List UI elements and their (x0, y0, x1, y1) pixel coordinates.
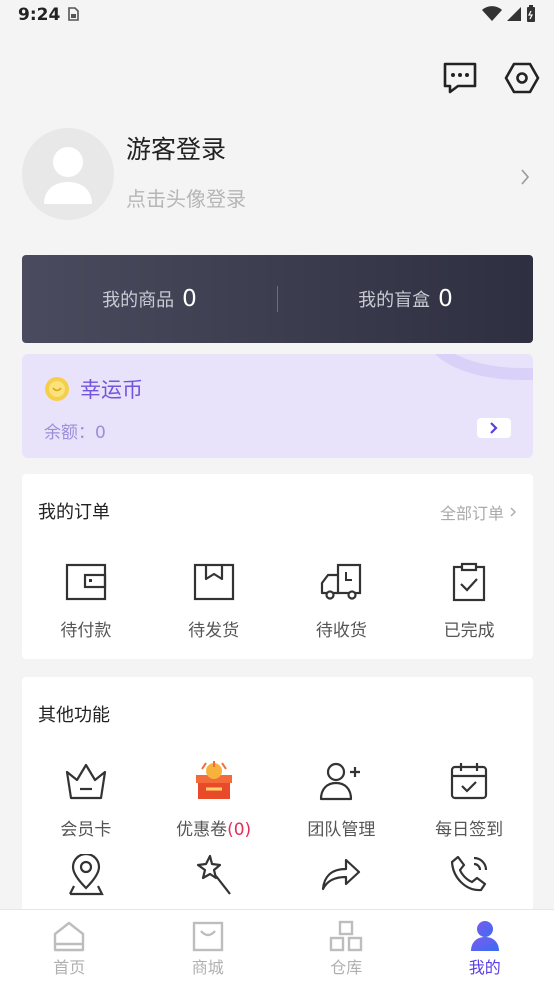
gift-box-icon (192, 759, 236, 803)
contact-service[interactable] (405, 853, 533, 897)
tab-mine[interactable]: 我的 (416, 910, 554, 984)
team-management[interactable]: 团队管理 (278, 759, 406, 840)
features-panel: 其他功能 会员卡 优惠卷(0) 团队管理 每日签到 (22, 677, 533, 917)
decorative-ring (435, 354, 533, 380)
order-pending-shipment-label: 待发货 (188, 621, 240, 641)
wallet-icon (64, 560, 108, 604)
wifi-icon (482, 6, 502, 21)
order-pending-shipment[interactable]: 待发货 (150, 560, 278, 641)
my-goods-label: 我的商品 (102, 290, 175, 311)
message-button[interactable] (440, 58, 480, 98)
warehouse-icon (330, 920, 363, 952)
truck-icon (319, 560, 363, 604)
orders-title: 我的订单 (38, 502, 110, 523)
lucky-coin-title: 幸运币 (80, 378, 143, 402)
member-card[interactable]: 会员卡 (22, 759, 150, 840)
settings-button[interactable] (502, 58, 542, 98)
my-goods-count: 0 (182, 286, 197, 312)
bottom-tab-bar: 首页 商城 仓库 我的 (0, 909, 554, 984)
tab-home-label: 首页 (53, 958, 86, 977)
magic-wand-icon (192, 853, 236, 897)
phone-icon (447, 853, 491, 897)
my-blind-box-count: 0 (438, 286, 453, 312)
map-pin-icon (64, 853, 108, 897)
order-completed[interactable]: 已完成 (405, 560, 533, 641)
add-user-icon (319, 759, 363, 803)
default-avatar-icon (44, 147, 92, 204)
shopping-bag-icon (192, 921, 223, 952)
signal-icon (507, 7, 521, 21)
stats-card: 我的商品 0 我的盲盒 0 (22, 255, 533, 343)
my-blind-box[interactable]: 我的盲盒 0 (278, 286, 533, 312)
order-pending-payment[interactable]: 待付款 (22, 560, 150, 641)
status-time: 9:24 (18, 5, 61, 25)
clipboard-check-icon (447, 560, 491, 604)
daily-check-in[interactable]: 每日签到 (405, 759, 533, 840)
coin-icon (44, 376, 70, 406)
coupons-count: (0) (227, 820, 252, 840)
avatar[interactable] (22, 128, 114, 220)
status-indicators (482, 5, 536, 23)
coupons[interactable]: 优惠卷(0) (150, 759, 278, 840)
tab-warehouse-label: 仓库 (330, 958, 363, 977)
tab-mall-label: 商城 (191, 958, 224, 977)
order-pending-receipt[interactable]: 待收货 (278, 560, 406, 641)
coupons-label-text: 优惠卷 (176, 820, 228, 840)
sim-icon (66, 6, 80, 25)
address-management[interactable] (22, 853, 150, 897)
lucky-coin-arrow-button[interactable] (477, 418, 511, 438)
all-orders-label: 全部订单 (439, 504, 504, 523)
calendar-check-icon (447, 759, 491, 803)
tab-mine-label: 我的 (468, 958, 501, 977)
team-management-label: 团队管理 (307, 820, 376, 840)
tab-home[interactable]: 首页 (0, 910, 139, 984)
all-orders-link[interactable]: 全部订单 (440, 500, 517, 524)
orders-panel: 我的订单 全部订单 待付款 待发货 待收货 已完成 (22, 474, 533, 659)
chevron-right-icon (490, 422, 498, 434)
order-pending-receipt-label: 待收货 (315, 621, 367, 641)
my-blind-box-label: 我的盲盒 (358, 290, 431, 311)
coupons-label: 优惠卷(0) (176, 815, 251, 840)
user-icon (470, 921, 499, 951)
order-pending-payment-label: 待付款 (60, 621, 112, 641)
chat-icon (443, 62, 477, 94)
gear-icon (504, 62, 540, 94)
tab-warehouse[interactable]: 仓库 (277, 910, 416, 984)
features-title: 其他功能 (38, 705, 110, 726)
my-goods[interactable]: 我的商品 0 (22, 286, 277, 312)
share-arrow-icon (319, 853, 363, 897)
chevron-right-icon (510, 507, 516, 517)
daily-check-in-label: 每日签到 (435, 820, 504, 840)
package-icon (192, 560, 236, 604)
profile-name[interactable]: 游客登录 (126, 130, 226, 166)
member-card-label: 会员卡 (60, 820, 112, 840)
profile-chevron-icon[interactable] (520, 168, 530, 190)
magic-feature[interactable] (150, 853, 278, 897)
crown-icon (64, 759, 108, 803)
lucky-coin-card[interactable]: 幸运币 余额：0 (22, 354, 533, 458)
tab-mall[interactable]: 商城 (139, 910, 278, 984)
lucky-coin-balance: 余额：0 (44, 423, 106, 443)
share[interactable] (278, 853, 406, 897)
login-hint[interactable]: 点击头像登录 (126, 183, 246, 212)
order-completed-label: 已完成 (443, 621, 495, 641)
home-icon (54, 921, 85, 952)
battery-icon (527, 5, 535, 22)
